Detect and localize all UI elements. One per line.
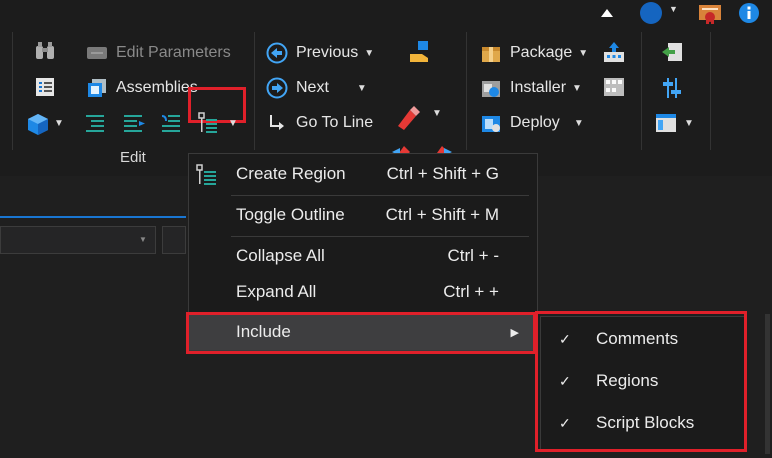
arrow-right-circle-icon (266, 77, 288, 99)
previous-label: Previous (296, 44, 359, 61)
arrow-left-circle-icon (266, 42, 288, 64)
ribbon-separator (12, 32, 13, 150)
ribbon-separator (254, 32, 255, 150)
align-icon[interactable] (660, 76, 684, 105)
ribbon-separator (641, 32, 642, 150)
ribbon-separator (710, 32, 711, 150)
menu-item-create-region[interactable]: Create Region Ctrl + Shift + G (189, 156, 537, 192)
window-layout-icon[interactable] (654, 112, 678, 139)
menu-item-label: Toggle Outline (236, 205, 345, 224)
menu-item-shortcut: Ctrl + + (443, 282, 499, 301)
marker-chevron-icon[interactable]: ▼ (432, 108, 442, 119)
certificate-icon[interactable] (697, 2, 723, 29)
assemblies-label: Assemblies (116, 79, 198, 96)
edit-parameters-icon (86, 42, 108, 64)
window-import-icon[interactable] (660, 40, 684, 69)
menu-item-expand-all[interactable]: Expand All Ctrl + + (189, 274, 537, 310)
package-icon (480, 42, 502, 64)
menu-divider (231, 236, 529, 237)
indent-icon[interactable] (84, 112, 106, 139)
menu-item-shortcut: Ctrl + Shift + M (385, 205, 499, 224)
menu-item-label: Expand All (236, 282, 317, 301)
object-dropdown-chevron-icon[interactable]: ▼ (54, 118, 64, 129)
active-tab-indicator (0, 216, 186, 218)
object-cube-icon[interactable] (26, 112, 50, 141)
package-chevron-icon: ▼ (578, 47, 589, 59)
user-menu-chevron-icon[interactable]: ▼ (669, 4, 678, 14)
previous-button[interactable]: Previous ▼ (266, 39, 374, 67)
title-bar: ▼ (0, 0, 772, 26)
go-to-line-label: Go To Line (296, 114, 374, 131)
bookmark-hand-icon[interactable] (408, 40, 434, 69)
binoculars-icon[interactable] (34, 40, 56, 67)
menu-item-toggle-outline[interactable]: Toggle Outline Ctrl + Shift + M (189, 197, 537, 233)
submenu-highlight (535, 311, 747, 452)
deploy-button[interactable]: Deploy ▼ (480, 109, 584, 137)
installer-icon (480, 77, 502, 99)
assemblies-icon (86, 77, 108, 99)
edit-group-label: Edit (120, 149, 146, 166)
installer-button[interactable]: Installer ▼ (480, 74, 582, 102)
deploy-label: Deploy (510, 114, 560, 131)
ribbon-separator (466, 32, 467, 150)
menu-item-label: Create Region (236, 164, 346, 183)
package-label: Package (510, 44, 573, 61)
publish-icon[interactable] (602, 40, 626, 69)
collapse-ribbon-icon[interactable] (600, 6, 614, 24)
side-panel (745, 310, 772, 458)
go-to-line-icon (266, 112, 288, 134)
menu-item-shortcut: Ctrl + - (447, 246, 499, 265)
properties-icon[interactable] (34, 76, 56, 103)
installer-label: Installer (510, 79, 567, 96)
outdent-icon[interactable] (122, 112, 146, 139)
outline-icon[interactable] (197, 111, 219, 140)
include-item-highlight (186, 312, 536, 354)
comment-lines-icon[interactable] (160, 112, 182, 139)
assemblies-button[interactable]: Assemblies (86, 74, 198, 102)
menu-item-collapse-all[interactable]: Collapse All Ctrl + - (189, 238, 537, 274)
deploy-chevron-icon: ▼ (573, 117, 584, 129)
marker-icon[interactable] (394, 104, 420, 135)
next-chevron-icon: ▼ (356, 82, 367, 94)
edit-parameters-button: Edit Parameters (86, 39, 231, 67)
menu-item-label: Collapse All (236, 246, 325, 265)
next-label: Next (296, 79, 329, 96)
menu-item-shortcut: Ctrl + Shift + G (386, 164, 499, 183)
member-selector-dropdown[interactable] (162, 226, 186, 254)
previous-chevron-icon: ▼ (364, 47, 375, 59)
object-selector-chevron-icon: ▼ (139, 235, 147, 244)
menu-divider (231, 195, 529, 196)
object-selector-dropdown[interactable]: ▼ (0, 226, 156, 254)
installer-chevron-icon: ▼ (572, 82, 582, 94)
outline-dropdown-chevron-icon[interactable]: ▼ (228, 118, 238, 129)
package-button[interactable]: Package ▼ (480, 39, 588, 67)
edit-parameters-label: Edit Parameters (116, 44, 231, 61)
user-avatar-icon[interactable] (639, 2, 663, 29)
deploy-icon (480, 112, 502, 134)
deploy-grid-icon[interactable] (602, 76, 626, 103)
info-icon[interactable] (738, 2, 760, 29)
next-button[interactable]: Next ▼ (266, 74, 367, 102)
window-layout-chevron-icon[interactable]: ▼ (684, 118, 694, 129)
go-to-line-button[interactable]: Go To Line (266, 109, 373, 137)
vertical-scrollbar[interactable] (765, 314, 770, 454)
